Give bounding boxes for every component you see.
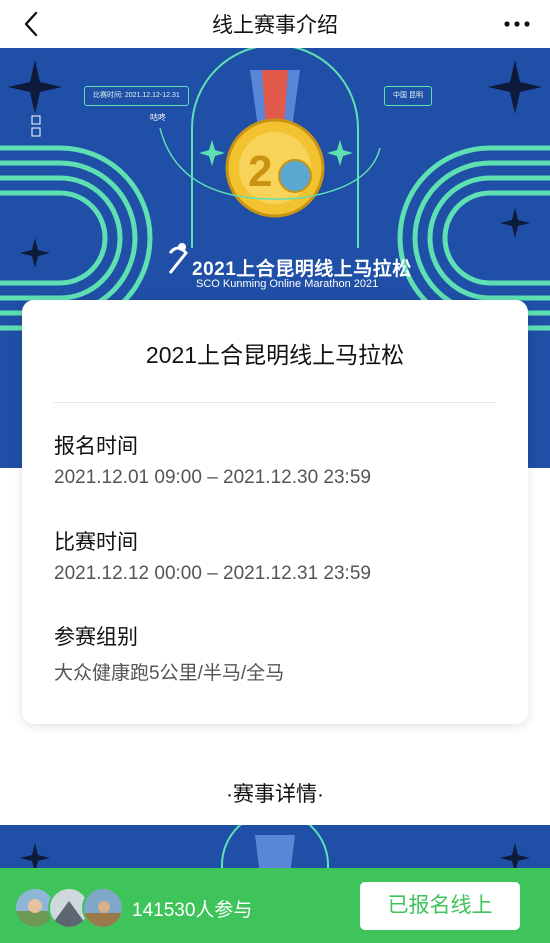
race-time-pill: 比赛时间: 2021.12.12-12.31 <box>84 86 189 106</box>
avatar <box>82 887 124 929</box>
registration-time-value: 2021.12.01 09:00 – 2021.12.30 23:59 <box>54 467 371 488</box>
more-button[interactable] <box>500 10 534 38</box>
bottom-action-bar: 141530人参与 已报名线上 <box>0 868 550 943</box>
participant-avatars <box>14 887 124 929</box>
participant-count: 141530人参与 <box>132 900 253 921</box>
category-value: 大众健康跑5公里/半马/全马 <box>54 663 285 684</box>
signup-status-button[interactable]: 已报名线上 <box>360 882 520 930</box>
card-divider <box>54 402 496 403</box>
location-pill: 中国 昆明 <box>384 86 432 106</box>
page-title: 线上赛事介绍 <box>212 14 338 37</box>
banner-subtitle: SCO Kunming Online Marathon 2021 <box>196 278 379 290</box>
top-nav-bar: 线上赛事介绍 <box>0 0 550 48</box>
event-info-card: 2021上合昆明线上马拉松 报名时间 2021.12.01 09:00 – 20… <box>22 300 528 724</box>
race-time-value: 2021.12.12 00:00 – 2021.12.31 23:59 <box>54 563 371 584</box>
category-label: 参赛组别 <box>54 626 138 649</box>
event-details-heading: ·赛事详情· <box>226 783 324 806</box>
race-time-label: 比赛时间 <box>54 531 138 554</box>
registration-time-label: 报名时间 <box>54 435 138 458</box>
more-horizontal-icon <box>504 21 530 27</box>
svg-text:2: 2 <box>248 147 272 196</box>
event-name: 2021上合昆明线上马拉松 <box>145 342 405 368</box>
banner-title: 2021上合昆明线上马拉松 <box>192 259 412 280</box>
brand-logo-text: 咕咚 <box>150 113 166 122</box>
